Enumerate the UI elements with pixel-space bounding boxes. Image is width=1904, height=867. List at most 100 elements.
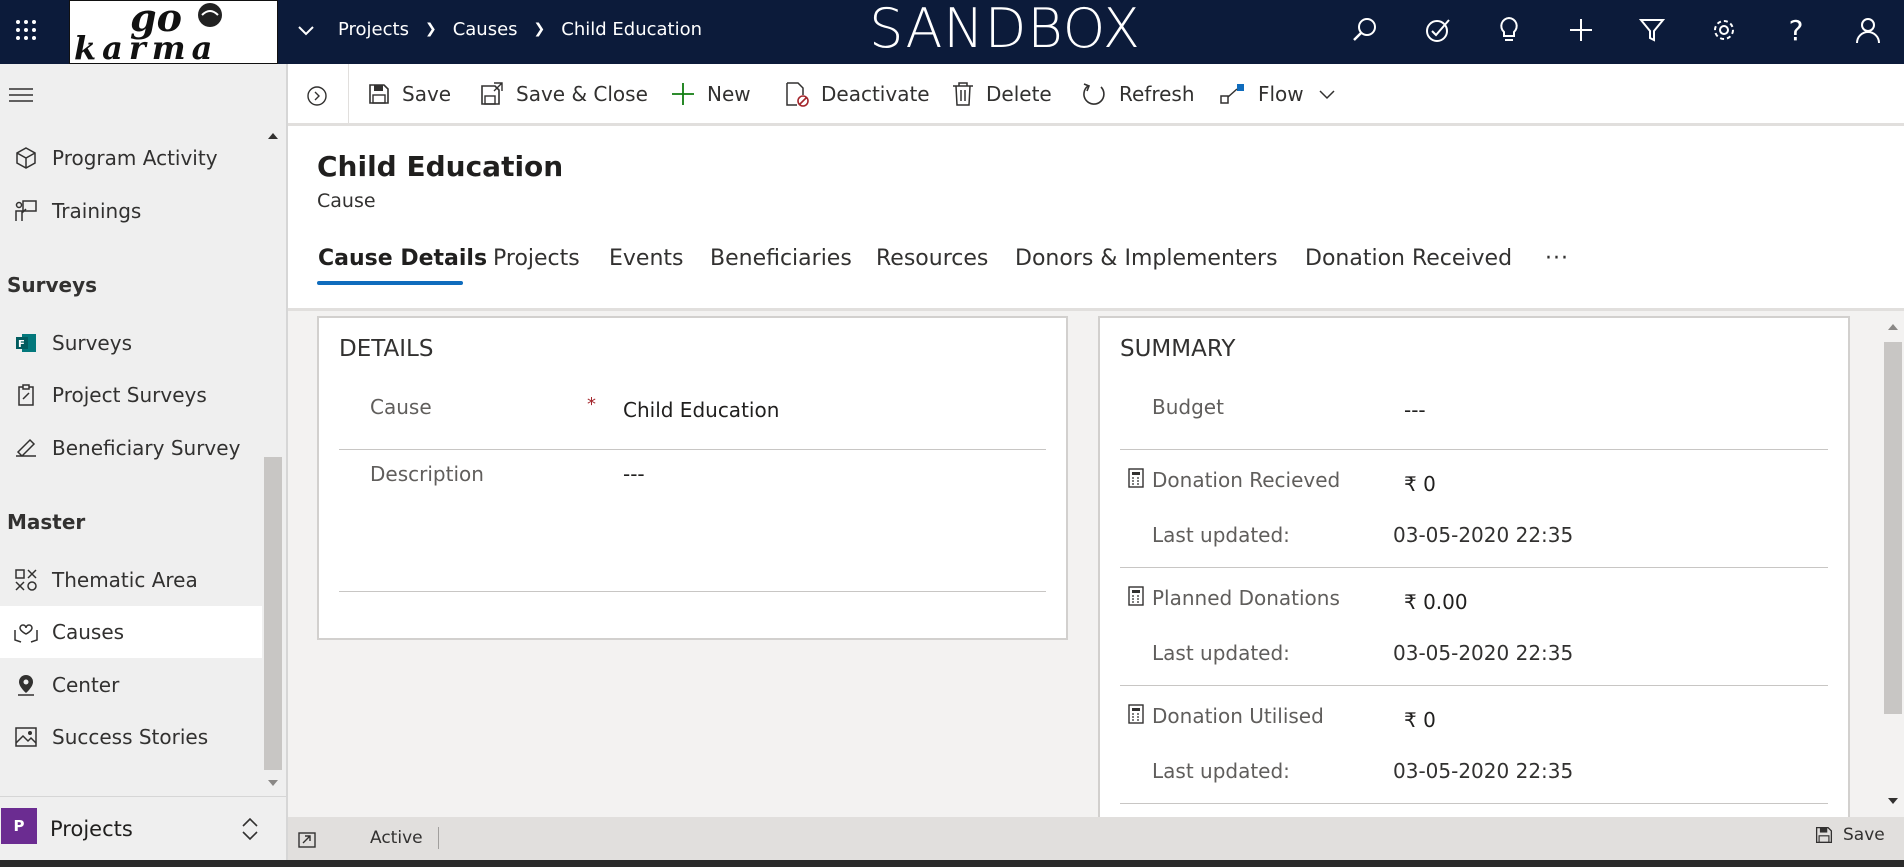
sidebar-item-label: Thematic Area [52, 568, 198, 592]
flow-dropdown[interactable] [1318, 72, 1348, 116]
flow-label: Flow [1258, 82, 1304, 106]
sidebar-item-center[interactable]: Center [0, 659, 262, 711]
refresh-button[interactable]: Refresh [1081, 72, 1195, 116]
sidebar-item-surveys[interactable]: F Surveys [0, 317, 262, 369]
last-updated-label: Last updated: [1152, 759, 1290, 783]
chevron-down-icon [1319, 90, 1335, 100]
delete-button[interactable]: Delete [952, 72, 1052, 116]
delete-label: Delete [986, 82, 1052, 106]
area-badge: P [1, 808, 37, 844]
task-check-icon[interactable] [1418, 10, 1458, 50]
status-save-button[interactable]: Save [1815, 825, 1885, 845]
sidebar-item-program-activity[interactable]: Program Activity [0, 132, 262, 184]
refresh-label: Refresh [1119, 82, 1195, 106]
field-divider [339, 591, 1046, 592]
sidebar-item-label: Project Surveys [52, 383, 207, 407]
sidebar-item-project-surveys[interactable]: Project Surveys [0, 369, 262, 421]
save-close-button[interactable]: Save & Close [480, 72, 648, 116]
nav-scrollbar-thumb[interactable] [264, 457, 282, 770]
description-label: Description [370, 462, 484, 486]
sidebar-item-label: Causes [52, 620, 125, 644]
expand-panel-icon[interactable] [292, 74, 342, 118]
status-divider [438, 827, 439, 849]
lightbulb-icon[interactable] [1489, 10, 1529, 50]
tab-donors-implementers[interactable]: Donors & Implementers [1015, 246, 1278, 271]
open-new-window-icon[interactable] [298, 830, 318, 848]
sidebar-item-causes[interactable]: Causes [0, 606, 262, 658]
form-scrollbar-thumb[interactable] [1884, 342, 1902, 714]
area-switcher[interactable]: Projects [0, 796, 286, 862]
sidebar-item-success-stories[interactable]: Success Stories [0, 711, 262, 763]
brand-logo[interactable]: go karma [69, 0, 278, 64]
tab-events[interactable]: Events [609, 246, 684, 271]
tab-donation-received[interactable]: Donation Received [1305, 246, 1512, 271]
forms-app-icon: F [0, 331, 52, 355]
sidebar-item-beneficiary-survey[interactable]: Beneficiary Survey [0, 422, 262, 474]
last-updated-value: 03-05-2020 22:35 [1393, 523, 1574, 547]
save-icon [369, 84, 389, 104]
deactivate-icon [786, 82, 809, 107]
tab-beneficiaries[interactable]: Beneficiaries [710, 246, 852, 271]
new-label: New [707, 82, 751, 106]
presenter-board-icon [0, 199, 52, 223]
svg-text:karma: karma [74, 29, 218, 64]
chevron-right-icon: ❯ [424, 21, 437, 37]
settings-gear-icon[interactable] [1704, 10, 1744, 50]
tab-more-overflow[interactable]: ··· [1545, 246, 1569, 271]
user-profile-icon[interactable] [1848, 10, 1888, 50]
required-indicator: * [587, 394, 596, 415]
field-divider [1120, 449, 1828, 450]
filter-icon[interactable] [1632, 10, 1672, 50]
sidebar-item-label: Center [52, 673, 120, 697]
calculator-icon [1128, 468, 1144, 488]
donation-received-value: ₹ 0 [1404, 472, 1436, 496]
tab-projects[interactable]: Projects [493, 246, 580, 271]
deactivate-button[interactable]: Deactivate [785, 72, 930, 116]
sidebar-item-thematic-area[interactable]: Thematic Area [0, 554, 262, 606]
flow-button[interactable]: Flow [1220, 72, 1304, 116]
save-close-icon [481, 82, 503, 105]
hamburger-menu-icon[interactable] [6, 80, 36, 110]
help-icon[interactable]: ? [1776, 10, 1816, 50]
breadcrumb-causes[interactable]: Causes [453, 19, 518, 40]
calculator-icon [1128, 704, 1144, 724]
sidebar-item-trainings[interactable]: Trainings [0, 185, 262, 237]
field-divider [1120, 803, 1828, 804]
planned-donations-value: ₹ 0.00 [1404, 590, 1468, 614]
tab-resources[interactable]: Resources [876, 246, 988, 271]
hands-heart-icon [0, 620, 52, 644]
image-icon [0, 725, 52, 749]
tab-cause-details[interactable]: Cause Details [318, 246, 487, 271]
description-field[interactable]: --- [623, 462, 645, 486]
new-button[interactable]: New [671, 72, 751, 116]
cause-field[interactable]: Child Education [623, 398, 779, 422]
app-window: { "app": {"banner": "SANDBOX", "logo_tex… [0, 0, 1904, 867]
signature-pen-icon [0, 436, 52, 460]
breadcrumb-projects[interactable]: Projects [338, 19, 409, 40]
app-launcher-icon[interactable] [6, 10, 46, 50]
record-status: Active [370, 828, 423, 848]
refresh-icon [1083, 83, 1105, 105]
active-tab-indicator [317, 281, 463, 285]
cube-icon [0, 146, 52, 170]
status-save-label: Save [1843, 825, 1885, 845]
record-title: Child Education [317, 150, 564, 183]
budget-field[interactable]: --- [1404, 398, 1426, 422]
cause-label: Cause [370, 395, 432, 419]
donation-received-label: Donation Recieved [1152, 468, 1341, 492]
planned-donations-label: Planned Donations [1152, 586, 1340, 610]
area-label: Projects [50, 817, 133, 841]
breadcrumb: Projects ❯ Causes ❯ Child Education [338, 0, 702, 58]
sidebar-item-label: Success Stories [52, 725, 209, 749]
sidebar-group-master: Master [7, 510, 86, 534]
sidebar-item-label: Beneficiary Survey [52, 436, 241, 460]
add-icon[interactable] [1561, 10, 1601, 50]
svg-text:F: F [18, 339, 25, 350]
chevron-down-icon[interactable] [290, 14, 322, 46]
add-icon [672, 83, 694, 105]
search-icon[interactable] [1345, 10, 1385, 50]
deactivate-label: Deactivate [821, 82, 930, 106]
breadcrumb-current: Child Education [561, 18, 703, 40]
field-divider [339, 449, 1046, 450]
save-button[interactable]: Save [368, 72, 451, 116]
